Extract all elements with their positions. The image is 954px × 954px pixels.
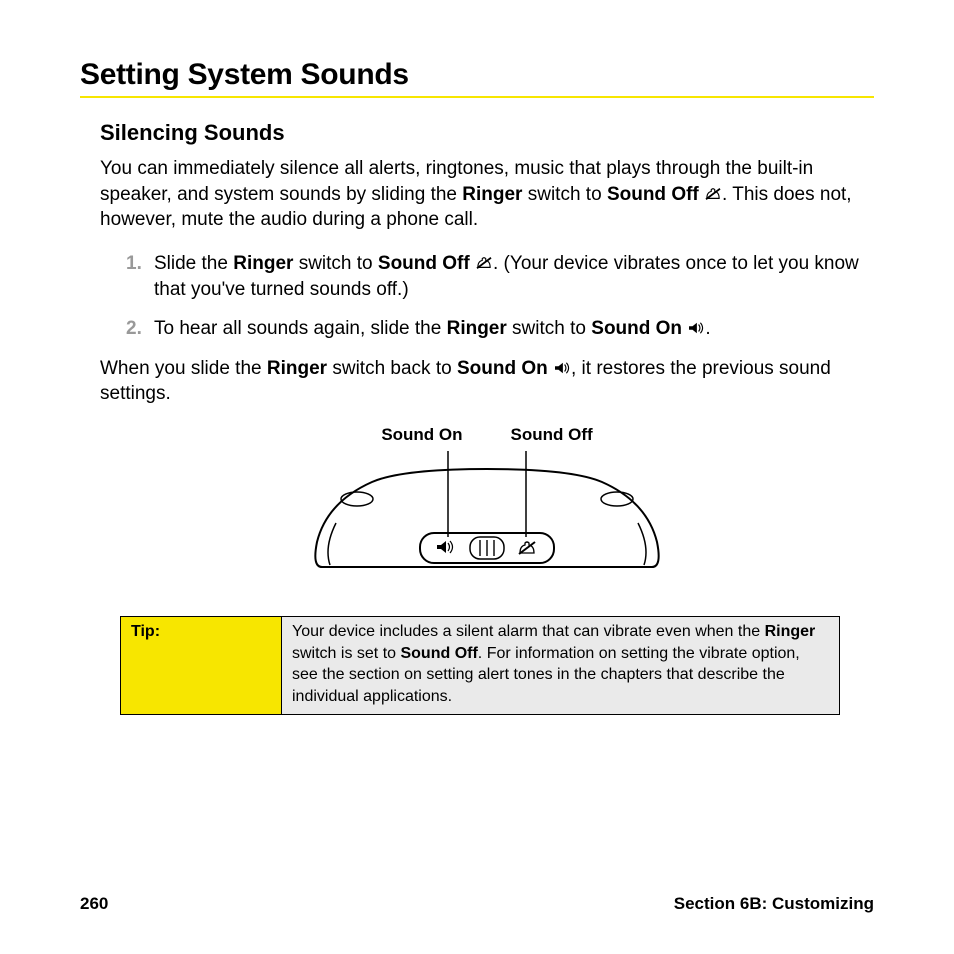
text: Your device includes a silent alarm that…: [292, 623, 765, 640]
device-top-svg: [302, 447, 672, 587]
bell-off-icon: [704, 187, 722, 201]
device-diagram: Sound On Sound Off: [100, 425, 874, 592]
text: When you slide the: [100, 358, 267, 379]
intro-paragraph: You can immediately silence all alerts, …: [100, 156, 874, 233]
text: switch to: [293, 253, 377, 274]
tip-box: Tip: Your device includes a silent alarm…: [120, 616, 840, 714]
bold-ringer: Ringer: [765, 623, 816, 640]
after-paragraph: When you slide the Ringer switch back to…: [100, 356, 874, 407]
bold-sound-off: Sound Off: [378, 253, 470, 274]
text: To hear all sounds again, slide the: [154, 318, 447, 339]
page-footer: 260 Section 6B: Customizing: [80, 894, 874, 914]
step-2: To hear all sounds again, slide the Ring…: [126, 316, 874, 342]
title-rule: [80, 96, 874, 98]
step-1: Slide the Ringer switch to Sound Off . (…: [126, 251, 874, 302]
section-heading: Silencing Sounds: [100, 120, 874, 146]
text: switch to: [522, 184, 606, 205]
speaker-on-icon: [687, 321, 705, 335]
bold-sound-off: Sound Off: [607, 184, 699, 205]
page-number: 260: [80, 894, 108, 914]
bold-ringer: Ringer: [233, 253, 293, 274]
bold-ringer: Ringer: [267, 358, 327, 379]
bold-sound-on: Sound On: [457, 358, 548, 379]
text: switch back to: [327, 358, 457, 379]
diagram-label-sound-on: Sound On: [381, 425, 462, 445]
speaker-on-icon: [553, 361, 571, 375]
tip-label: Tip:: [121, 617, 282, 714]
section-label: Section 6B: Customizing: [674, 894, 874, 914]
text: Slide the: [154, 253, 233, 274]
text: switch to: [507, 318, 591, 339]
steps-list: Slide the Ringer switch to Sound Off . (…: [100, 251, 874, 342]
bold-ringer: Ringer: [447, 318, 507, 339]
bold-sound-on: Sound On: [591, 318, 682, 339]
tip-body: Your device includes a silent alarm that…: [282, 617, 840, 714]
text: switch is set to: [292, 645, 400, 662]
diagram-label-sound-off: Sound Off: [511, 425, 593, 445]
bell-off-icon: [475, 256, 493, 270]
bold-sound-off: Sound Off: [400, 645, 477, 662]
text: .: [705, 318, 710, 339]
bold-ringer: Ringer: [462, 184, 522, 205]
page-title: Setting System Sounds: [80, 58, 874, 92]
